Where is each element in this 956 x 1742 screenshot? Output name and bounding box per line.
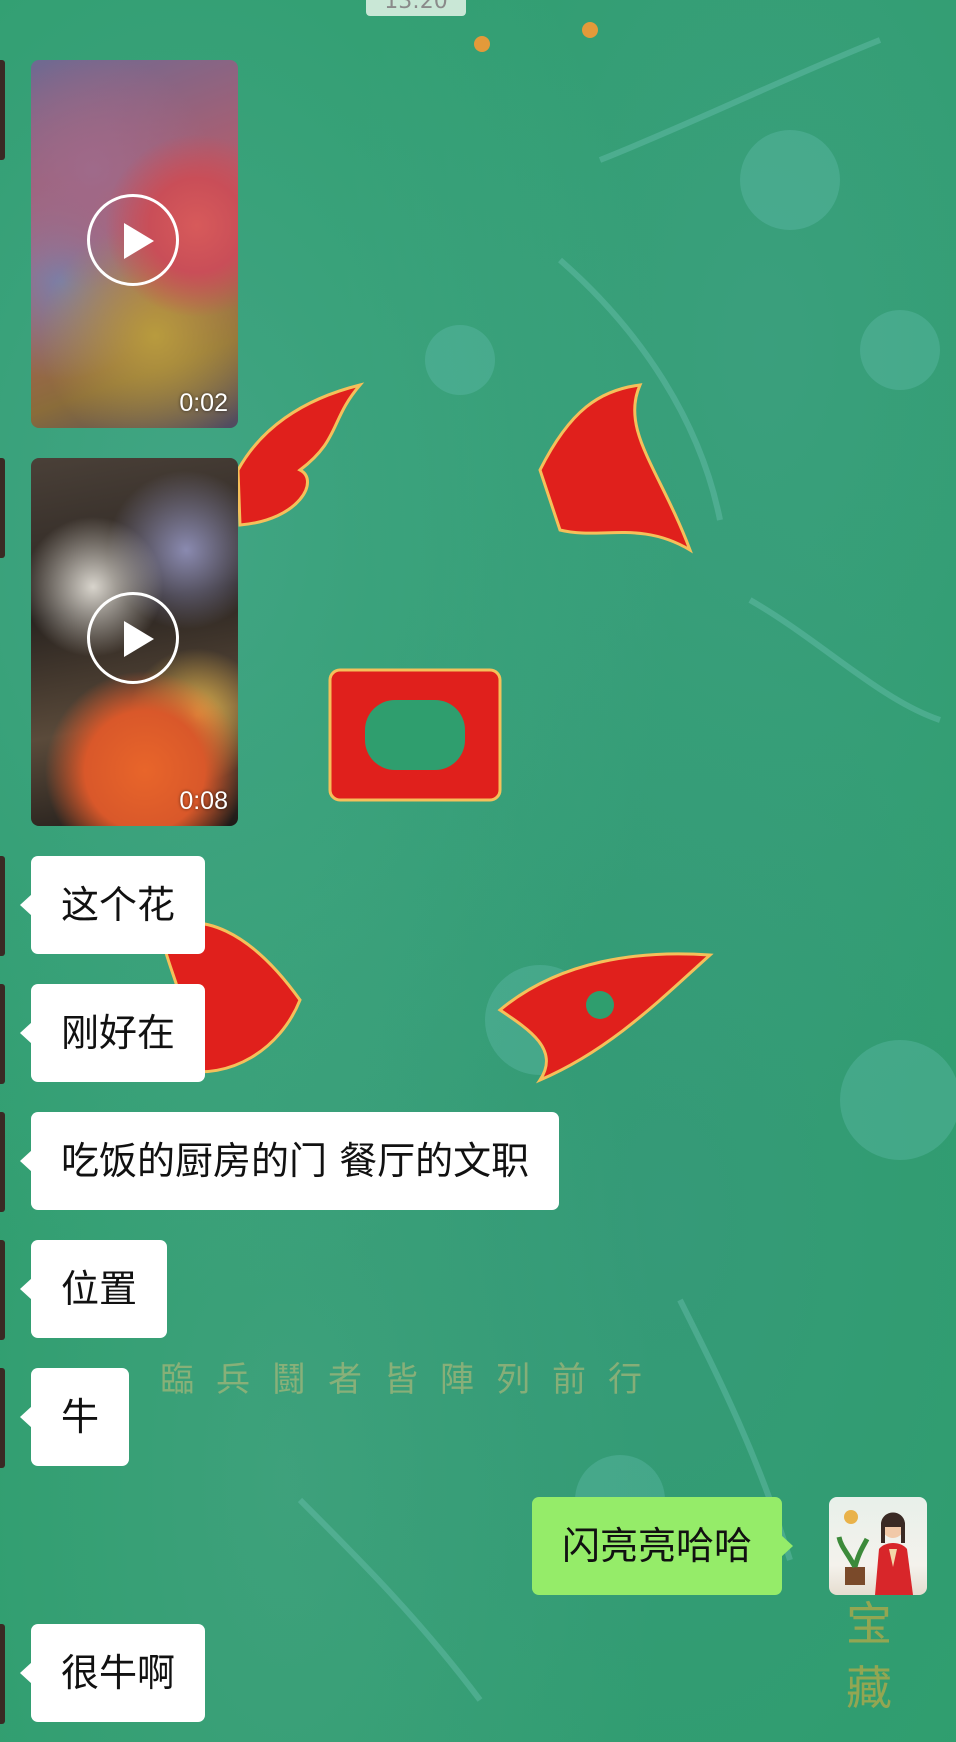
sender-avatar[interactable] xyxy=(0,1368,5,1468)
video-duration: 0:08 xyxy=(179,787,228,815)
play-icon[interactable] xyxy=(87,592,179,684)
sender-avatar[interactable] xyxy=(0,1624,5,1724)
incoming-message[interactable]: 牛 xyxy=(19,1368,130,1466)
user-avatar[interactable] xyxy=(829,1497,927,1595)
sender-avatar[interactable] xyxy=(0,1112,5,1212)
play-icon[interactable] xyxy=(87,194,179,286)
sender-avatar[interactable] xyxy=(0,1240,5,1340)
sender-avatar[interactable] xyxy=(0,60,5,160)
incoming-message[interactable]: 这个花 xyxy=(19,856,206,954)
incoming-message[interactable]: 吃饭的厨房的门 餐厅的文职 xyxy=(19,1112,560,1210)
sender-avatar[interactable] xyxy=(0,458,5,558)
video-message[interactable]: 0:08 xyxy=(31,458,238,826)
video-message[interactable]: 0:02 xyxy=(31,60,238,428)
sender-avatar[interactable] xyxy=(0,856,5,956)
video-duration: 0:02 xyxy=(179,389,228,417)
incoming-message[interactable]: 位置 xyxy=(19,1240,168,1338)
incoming-message[interactable]: 刚好在 xyxy=(19,984,206,1082)
avatar-portrait xyxy=(836,1510,913,1595)
sender-avatar[interactable] xyxy=(0,984,5,1084)
time-stamp: 13:20 xyxy=(366,0,466,16)
background-caption: 臨兵鬪者皆陣列前行 xyxy=(160,1360,664,1400)
outgoing-message[interactable]: 闪亮亮哈哈 xyxy=(532,1497,794,1595)
background-seal: 宝藏 xyxy=(846,1597,892,1715)
incoming-message[interactable]: 很牛啊 xyxy=(19,1624,206,1722)
